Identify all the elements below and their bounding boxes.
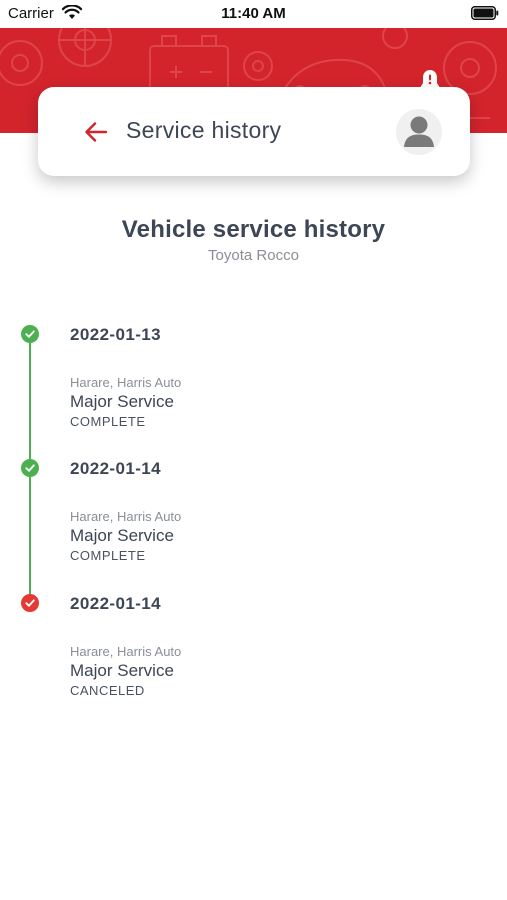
service-date: 2022-01-14 bbox=[70, 594, 161, 613]
vehicle-name: Toyota Rocco bbox=[208, 247, 299, 264]
title-card: Service history bbox=[38, 87, 470, 176]
check-circle-icon bbox=[21, 459, 39, 477]
timeline-entry[interactable]: 2022-01-14 Harare, Harris Auto Major Ser… bbox=[0, 454, 507, 584]
service-type: Major Service bbox=[70, 392, 174, 411]
service-type: Major Service bbox=[70, 661, 174, 680]
status-bar: Carrier 11:40 AM bbox=[0, 0, 507, 28]
service-status: COMPLETE bbox=[70, 414, 146, 429]
avatar[interactable] bbox=[396, 109, 442, 155]
back-button[interactable] bbox=[82, 118, 110, 146]
check-circle-icon bbox=[21, 594, 39, 612]
service-type: Major Service bbox=[70, 526, 174, 545]
service-timeline: 2022-01-13 Harare, Harris Auto Major Ser… bbox=[0, 320, 507, 720]
page-title: Service history bbox=[126, 117, 282, 143]
service-location: Harare, Harris Auto bbox=[70, 644, 182, 659]
clock-time: 11:40 AM bbox=[221, 5, 286, 22]
check-circle-icon bbox=[21, 325, 39, 343]
section-heading: Vehicle service history bbox=[121, 216, 386, 243]
service-status: CANCELED bbox=[70, 683, 145, 698]
service-date: 2022-01-14 bbox=[70, 459, 161, 478]
service-status: COMPLETE bbox=[70, 548, 146, 563]
service-location: Harare, Harris Auto bbox=[70, 375, 182, 390]
battery-icon bbox=[471, 6, 499, 25]
service-location: Harare, Harris Auto bbox=[70, 509, 182, 524]
user-avatar-icon bbox=[404, 116, 434, 147]
timeline-entry[interactable]: 2022-01-13 Harare, Harris Auto Major Ser… bbox=[0, 320, 507, 450]
service-date: 2022-01-13 bbox=[70, 325, 161, 344]
arrow-left-icon bbox=[85, 122, 108, 142]
timeline-entry[interactable]: 2022-01-14 Harare, Harris Auto Major Ser… bbox=[0, 589, 507, 719]
